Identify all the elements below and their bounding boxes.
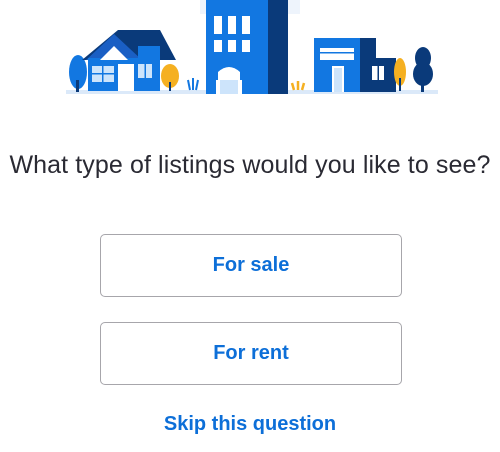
question-title: What type of listings would you like to …	[9, 151, 491, 179]
for-sale-button[interactable]: For sale	[100, 234, 402, 297]
skip-question-link[interactable]: Skip this question	[0, 413, 500, 436]
for-rent-button[interactable]: For rent	[100, 322, 402, 385]
houses-illustration-icon	[66, 0, 438, 94]
listing-type-screen: What type of listings would you like to …	[0, 0, 500, 452]
